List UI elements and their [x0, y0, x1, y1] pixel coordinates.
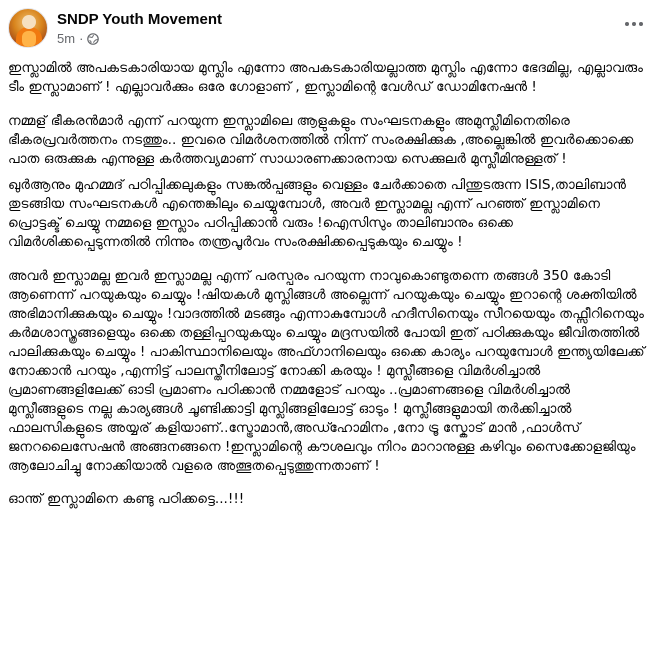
page-name-link[interactable]: SNDP Youth Movement — [57, 11, 222, 28]
post-paragraph: ഇസ്ലാമിൽ അപകടകാരിയായ മുസ്ലിം എന്നോ അപകടക… — [8, 60, 643, 95]
globe-icon[interactable] — [87, 32, 100, 45]
post-timestamp[interactable]: 5m — [57, 31, 75, 46]
meta-separator: · — [79, 31, 84, 46]
post-body: ഇസ്ലാമിൽ അപകടകാരിയായ മുസ്ലിം എന്നോ അപകടക… — [8, 59, 648, 516]
post-header: SNDP Youth Movement 5m · — [8, 8, 650, 50]
post-paragraph: ഓന്ത് ഇസ്ലാമിനെ കണ്ടു പഠിക്കട്ടെ...!!! — [8, 491, 245, 507]
post-paragraph: അവർ ഇസ്ലാമല്ല ഇവർ ഇസ്ലാമല്ല എന്ന് പരസ്പര… — [8, 268, 645, 474]
post-meta: 5m · — [57, 31, 100, 46]
post-paragraph: ഖുർആനും മുഹമ്മദ് പഠിപ്പിക്കലുകളും സങ്കൽപ… — [8, 177, 627, 250]
facebook-post: SNDP Youth Movement 5m · ഇസ്ലാമിൽ അപകടകാ… — [0, 0, 658, 671]
page-avatar[interactable] — [8, 8, 48, 48]
post-paragraph: നമ്മള് ഭീകരൻമാർ എന്ന് പറയുന്ന ഇസ്ലാമിലെ … — [8, 113, 634, 167]
more-options-icon[interactable] — [620, 12, 648, 36]
